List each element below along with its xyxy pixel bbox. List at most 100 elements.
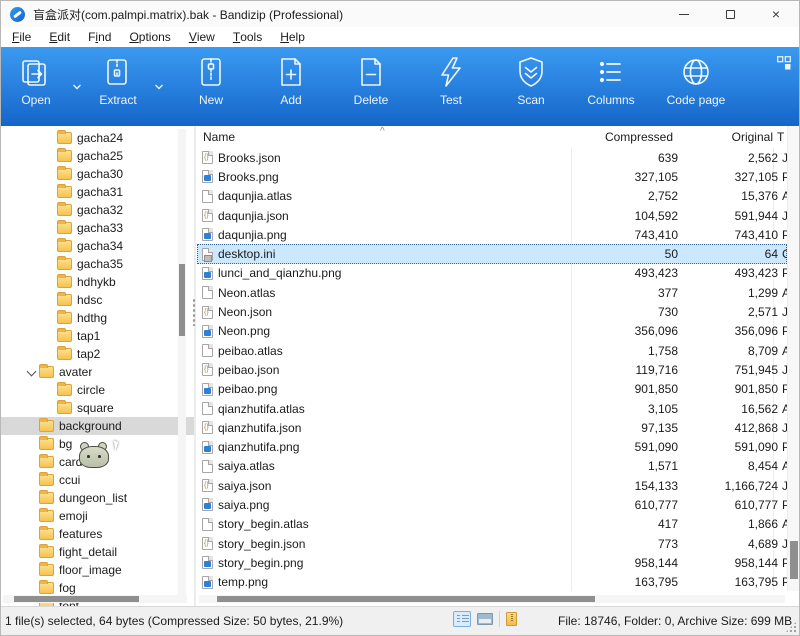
layout-toggle-button[interactable] bbox=[777, 56, 791, 70]
close-button[interactable]: × bbox=[753, 1, 799, 27]
column-header-original[interactable]: Original bbox=[673, 130, 773, 144]
scrollbar-thumb[interactable] bbox=[217, 596, 595, 602]
scrollbar-thumb[interactable] bbox=[14, 596, 139, 602]
extract-dropdown-button[interactable] bbox=[147, 54, 171, 120]
file-row[interactable]: Neon.json 730 2,571 J bbox=[197, 302, 787, 321]
scrollbar-thumb[interactable] bbox=[179, 264, 185, 336]
file-row[interactable]: daqunjia.json 104,592 591,944 J bbox=[197, 206, 787, 225]
sidebar-folder-item[interactable]: circle bbox=[1, 381, 194, 399]
folder-icon bbox=[57, 240, 72, 252]
file-row[interactable]: peibao.png 901,850 901,850 P bbox=[197, 380, 787, 399]
file-row[interactable]: Neon.png 356,096 356,096 P bbox=[197, 322, 787, 341]
extract-button[interactable]: Extract bbox=[89, 54, 147, 120]
file-row[interactable]: qianzhutifa.json 97,135 412,868 J bbox=[197, 418, 787, 437]
sidebar-folder-item[interactable]: background bbox=[1, 417, 194, 435]
add-files-button[interactable]: Add bbox=[251, 54, 331, 120]
sidebar-folder-item[interactable]: gacha35 bbox=[1, 255, 194, 273]
sidebar-folder-item[interactable]: emoji bbox=[1, 507, 194, 525]
file-original-size: 8,454 bbox=[678, 459, 778, 473]
file-row[interactable]: Brooks.json 639 2,562 J bbox=[197, 148, 787, 167]
sidebar-folder-item[interactable]: features bbox=[1, 525, 194, 543]
menu-item[interactable]: Tools bbox=[224, 27, 271, 47]
sidebar-folder-item[interactable]: gacha25 bbox=[1, 147, 194, 165]
sidebar-folder-item[interactable]: gacha34 bbox=[1, 237, 194, 255]
file-row[interactable]: story_begin.json 773 4,689 J bbox=[197, 534, 787, 553]
preview-icon[interactable] bbox=[477, 613, 493, 625]
filelist-horizontal-scrollbar[interactable] bbox=[199, 595, 785, 603]
file-row[interactable]: Brooks.png 327,105 327,105 P bbox=[197, 167, 787, 186]
folder-icon bbox=[57, 258, 72, 270]
menu-item[interactable]: Edit bbox=[40, 27, 79, 47]
sidebar-folder-item[interactable]: hdthg bbox=[1, 309, 194, 327]
sidebar-folder-item[interactable]: gacha31 bbox=[1, 183, 194, 201]
code-page-button[interactable]: Code page bbox=[651, 54, 741, 120]
sidebar-folder-item[interactable]: gacha24 bbox=[1, 129, 194, 147]
file-type-icon bbox=[202, 363, 213, 376]
scan-icon bbox=[513, 54, 549, 90]
sidebar-folder-item[interactable]: square bbox=[1, 399, 194, 417]
sidebar-folder-item[interactable]: gacha32 bbox=[1, 201, 194, 219]
file-row[interactable]: Neon.atlas 377 1,299 A bbox=[197, 283, 787, 302]
menu-item[interactable]: Help bbox=[271, 27, 314, 47]
new-archive-button[interactable]: New bbox=[171, 54, 251, 120]
file-row[interactable]: desktop.ini 50 64 C bbox=[197, 244, 787, 263]
scrollbar-thumb[interactable] bbox=[790, 541, 798, 579]
minimize-button[interactable] bbox=[661, 1, 707, 27]
file-compressed-size: 639 bbox=[576, 151, 678, 165]
sidebar-folder-item[interactable]: dungeon_list bbox=[1, 489, 194, 507]
sidebar-folder-item[interactable]: card bbox=[1, 453, 194, 471]
file-row[interactable]: peibao.json 119,716 751,945 J bbox=[197, 360, 787, 379]
sidebar-folder-item[interactable]: hdhykb bbox=[1, 273, 194, 291]
sidebar-folder-item[interactable]: gacha30 bbox=[1, 165, 194, 183]
open-button[interactable]: Open bbox=[7, 54, 65, 120]
archive-icon[interactable] bbox=[506, 612, 517, 626]
file-row[interactable]: temp.png 163,795 163,795 P bbox=[197, 573, 787, 592]
sidebar-folder-item[interactable]: ccui bbox=[1, 471, 194, 489]
file-original-size: 2,571 bbox=[678, 305, 778, 319]
sidebar-folder-item[interactable]: avater bbox=[1, 363, 194, 381]
menu-item[interactable]: View bbox=[180, 27, 224, 47]
scan-malware-button[interactable]: Scan bbox=[491, 54, 571, 120]
columns-button[interactable]: Columns bbox=[571, 54, 651, 120]
sidebar-folder-item[interactable]: floor_image bbox=[1, 561, 194, 579]
file-row[interactable]: saiya.png 610,777 610,777 P bbox=[197, 495, 787, 514]
folder-icon bbox=[57, 222, 72, 234]
sidebar-horizontal-scrollbar[interactable] bbox=[3, 595, 187, 603]
chevron-down-icon bbox=[72, 83, 82, 91]
sidebar-vertical-scrollbar[interactable] bbox=[178, 129, 186, 599]
folder-icon bbox=[57, 186, 72, 198]
file-row[interactable]: qianzhutifa.png 591,090 591,090 P bbox=[197, 437, 787, 456]
column-header-compressed[interactable]: Compressed bbox=[571, 130, 673, 144]
pane-splitter[interactable] bbox=[194, 126, 196, 606]
test-archive-button[interactable]: Test bbox=[411, 54, 491, 120]
chevron-down-icon[interactable] bbox=[25, 365, 39, 379]
details-view-icon[interactable] bbox=[453, 611, 471, 627]
sidebar-folder-item[interactable]: tap2 bbox=[1, 345, 194, 363]
file-row[interactable]: daqunjia.png 743,410 743,410 P bbox=[197, 225, 787, 244]
file-row[interactable]: story_begin.atlas 417 1,866 A bbox=[197, 515, 787, 534]
folder-icon bbox=[39, 528, 54, 540]
menu-item[interactable]: Find bbox=[79, 27, 120, 47]
sidebar-folder-item[interactable]: hdsc bbox=[1, 291, 194, 309]
file-row[interactable]: saiya.atlas 1,571 8,454 A bbox=[197, 457, 787, 476]
filelist-vertical-scrollbar[interactable] bbox=[787, 126, 799, 591]
file-row[interactable]: story_begin.png 958,144 958,144 P bbox=[197, 553, 787, 572]
file-original-size: 356,096 bbox=[678, 324, 778, 338]
file-compressed-size: 104,592 bbox=[576, 209, 678, 223]
file-compressed-size: 154,133 bbox=[576, 479, 678, 493]
sidebar-folder-item[interactable]: fight_detail bbox=[1, 543, 194, 561]
delete-files-button[interactable]: Delete bbox=[331, 54, 411, 120]
column-header-name[interactable]: Name ^ bbox=[197, 130, 571, 144]
menu-item[interactable]: File bbox=[3, 27, 40, 47]
maximize-button[interactable] bbox=[707, 1, 753, 27]
file-row[interactable]: peibao.atlas 1,758 8,709 A bbox=[197, 341, 787, 360]
menu-item[interactable]: Options bbox=[120, 27, 179, 47]
open-dropdown-button[interactable] bbox=[65, 54, 89, 120]
file-row[interactable]: lunci_and_qianzhu.png 493,423 493,423 P bbox=[197, 264, 787, 283]
file-row[interactable]: qianzhutifa.atlas 3,105 16,562 A bbox=[197, 399, 787, 418]
file-row[interactable]: daqunjia.atlas 2,752 15,376 A bbox=[197, 187, 787, 206]
sidebar-folder-item[interactable]: bg bbox=[1, 435, 194, 453]
file-row[interactable]: saiya.json 154,133 1,166,724 J bbox=[197, 476, 787, 495]
sidebar-folder-item[interactable]: gacha33 bbox=[1, 219, 194, 237]
sidebar-folder-item[interactable]: tap1 bbox=[1, 327, 194, 345]
